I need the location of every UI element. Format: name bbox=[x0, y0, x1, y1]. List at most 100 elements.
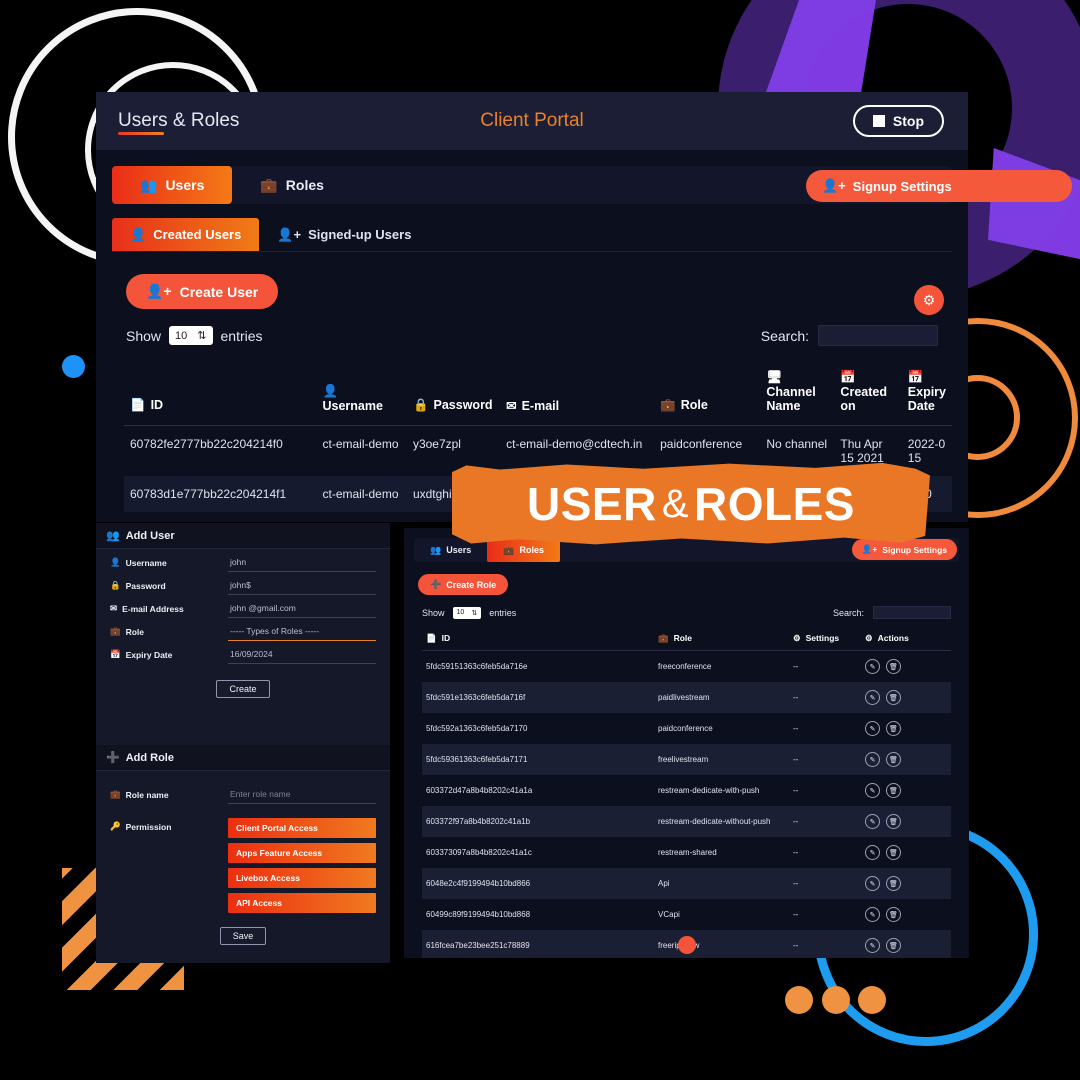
table-row[interactable]: 603372f97a8b4b8202c41a1b restream-dedica… bbox=[422, 806, 951, 837]
roles-scroll-fab[interactable] bbox=[677, 936, 696, 954]
briefcase-icon: 💼 bbox=[658, 633, 669, 643]
field-expiry-date: 📅 Expiry Date 16/09/2024 bbox=[96, 641, 390, 664]
table-row[interactable]: 5fdc591e1363c6feb5da716f paidlivestream … bbox=[422, 682, 951, 713]
settings-fab-button[interactable]: ⚙ bbox=[914, 285, 944, 315]
edit-icon[interactable]: ✎ bbox=[865, 814, 880, 829]
cell-id: 603372f97a8b4b8202c41a1b bbox=[422, 806, 654, 837]
table-row[interactable]: 60499c89f9199494b10bd868 VCapi -- ✎ 🗑 bbox=[422, 899, 951, 930]
delete-icon[interactable]: 🗑 bbox=[886, 814, 901, 829]
permission-item[interactable]: Apps Feature Access bbox=[228, 843, 376, 863]
cell-created bbox=[834, 476, 902, 512]
permission-item[interactable]: Livebox Access bbox=[228, 868, 376, 888]
table-row[interactable]: 6048e2c4f9199494b10bd866 Api -- ✎ 🗑 bbox=[422, 868, 951, 899]
delete-icon[interactable]: 🗑 bbox=[886, 659, 901, 674]
table-row[interactable]: 603372d47a8b4b8202c41a1a restream-dedica… bbox=[422, 775, 951, 806]
users-icon: 👥 bbox=[430, 544, 442, 555]
expiry-date-input[interactable]: 16/09/2024 bbox=[228, 649, 376, 664]
calendar-icon: 📅 bbox=[110, 649, 121, 659]
email-input[interactable]: john @gmail.com bbox=[228, 603, 376, 618]
cell-actions: ✎ 🗑 bbox=[861, 651, 951, 683]
cell-actions: ✎ 🗑 bbox=[861, 682, 951, 713]
table-row[interactable]: 60782fe2777bb22c204214f0 ct-email-demo y… bbox=[124, 426, 952, 477]
roles-primary-tabs: 👥 Users 💼 Roles 👤+ Signup Settings bbox=[414, 538, 959, 562]
delete-icon[interactable]: 🗑 bbox=[886, 907, 901, 922]
subtab-created-users[interactable]: 👤 Created Users bbox=[112, 218, 260, 251]
delete-icon[interactable]: 🗑 bbox=[886, 938, 901, 953]
cell-id: 60783d1e777bb22c204214f1 bbox=[124, 476, 317, 512]
cell-expiry: 2022-0 15 bbox=[907, 437, 946, 465]
roles-search-label: Search: bbox=[832, 607, 864, 618]
search-input[interactable] bbox=[818, 325, 938, 346]
role-select[interactable]: ----- Types of Roles ----- bbox=[228, 626, 376, 641]
users-table-body: 60782fe2777bb22c204214f0 ct-email-demo y… bbox=[124, 426, 952, 512]
roles-entries-select[interactable]: 10 ⇅ bbox=[452, 606, 482, 619]
user-plus-icon: 👤+ bbox=[861, 544, 878, 554]
delete-icon[interactable]: 🗑 bbox=[886, 783, 901, 798]
roles-tab-roles[interactable]: 💼 Roles bbox=[487, 538, 560, 562]
create-button[interactable]: Create bbox=[216, 680, 270, 698]
edit-icon[interactable]: ✎ bbox=[865, 721, 880, 736]
entries-select[interactable]: 10 ⇅ bbox=[169, 326, 213, 345]
roles-show-entries-control: Show 10 ⇅ entries bbox=[422, 606, 516, 619]
create-role-button[interactable]: ➕ Create Role bbox=[418, 574, 509, 595]
tab-users[interactable]: 👥 Users bbox=[112, 166, 233, 204]
cell-actions: ✎ 🗑 bbox=[861, 713, 951, 744]
cell-id: 6048e2c4f9199494b10bd866 bbox=[422, 868, 654, 899]
tab-roles[interactable]: 💼 Roles bbox=[232, 166, 352, 204]
signup-settings-button[interactable]: 👤+ Signup Settings bbox=[806, 170, 1072, 202]
edit-icon[interactable]: ✎ bbox=[865, 938, 880, 953]
table-row[interactable]: 5fdc59151363c6feb5da716e freeconference … bbox=[422, 651, 951, 683]
cell-role: freelivestream bbox=[654, 744, 789, 775]
field-username-label: 👤 Username bbox=[110, 557, 167, 568]
users-window: Users & Roles Client Portal Stop 👥 Users… bbox=[96, 92, 968, 522]
col-settings: ⚙ Settings bbox=[789, 627, 861, 651]
search-control: Search: bbox=[761, 325, 938, 346]
lock-icon: 🔒 bbox=[412, 398, 429, 412]
cell-actions: ✎ 🗑 bbox=[861, 775, 951, 806]
delete-icon[interactable]: 🗑 bbox=[886, 845, 901, 860]
table-row[interactable]: 603373097a8b4b8202c41a1c restream-shared… bbox=[422, 837, 951, 868]
plus-circle-icon: ➕ bbox=[430, 579, 442, 589]
add-user-panel: 👥 Add User 👤 Username john 🔒 Password jo… bbox=[96, 523, 390, 745]
password-input[interactable]: john$ bbox=[228, 580, 376, 595]
edit-icon[interactable]: ✎ bbox=[865, 783, 880, 798]
create-user-button[interactable]: 👤+ Create User bbox=[126, 274, 279, 309]
delete-icon[interactable]: 🗑 bbox=[886, 721, 901, 736]
cell-role: restream-dedicate-without-push bbox=[654, 806, 789, 837]
permission-list: Client Portal Access Apps Feature Access… bbox=[228, 818, 376, 913]
permission-item[interactable]: Client Portal Access bbox=[228, 818, 376, 838]
users-icon: 👥 bbox=[140, 176, 158, 193]
cell-role: restream-dedicate-with-push bbox=[658, 786, 760, 795]
table-row[interactable]: 5fdc59361363c6feb5da7171 freelivestream … bbox=[422, 744, 951, 775]
edit-icon[interactable]: ✎ bbox=[865, 690, 880, 705]
edit-icon[interactable]: ✎ bbox=[865, 845, 880, 860]
edit-icon[interactable]: ✎ bbox=[865, 907, 880, 922]
search-label: Search: bbox=[760, 327, 809, 344]
edit-icon[interactable]: ✎ bbox=[865, 752, 880, 767]
permission-item[interactable]: API Access bbox=[228, 893, 376, 913]
table-row[interactable]: 5fdc592a1363c6feb5da7170 paidconference … bbox=[422, 713, 951, 744]
subtab-signed-up-users[interactable]: 👤+ Signed-up Users bbox=[259, 218, 429, 251]
username-input[interactable]: john bbox=[228, 557, 376, 572]
delete-icon[interactable]: 🗑 bbox=[886, 876, 901, 891]
roles-search-input[interactable] bbox=[873, 606, 951, 619]
roles-signup-settings-button[interactable]: 👤+ Signup Settings bbox=[851, 539, 957, 560]
edit-icon[interactable]: ✎ bbox=[865, 659, 880, 674]
table-row[interactable]: 60783d1e777bb22c204214f1 ct-email-demo u… bbox=[124, 476, 952, 512]
save-button[interactable]: Save bbox=[219, 927, 267, 945]
roles-table-body: 5fdc59151363c6feb5da716e freeconference … bbox=[422, 651, 951, 958]
field-username: 👤 Username john bbox=[96, 549, 390, 572]
cell-email bbox=[500, 476, 655, 512]
plus-circle-icon: ➕ bbox=[106, 752, 120, 764]
delete-icon[interactable]: 🗑 bbox=[886, 752, 901, 767]
roles-tab-users[interactable]: 👥 Users bbox=[414, 538, 487, 562]
cell-channel bbox=[760, 476, 835, 512]
decor-orange-dot-1 bbox=[785, 986, 813, 1014]
stop-button[interactable]: Stop bbox=[852, 105, 944, 137]
edit-icon[interactable]: ✎ bbox=[865, 876, 880, 891]
users-table: 📄ID 👤Username 🔒Password ✉E-mail 💼Rol bbox=[124, 360, 952, 512]
roles-table-toolbar: Show 10 ⇅ entries Search: bbox=[422, 606, 951, 619]
roles-show-label: Show bbox=[422, 607, 445, 618]
role-name-input[interactable]: Enter role name bbox=[228, 789, 376, 804]
delete-icon[interactable]: 🗑 bbox=[886, 690, 901, 705]
